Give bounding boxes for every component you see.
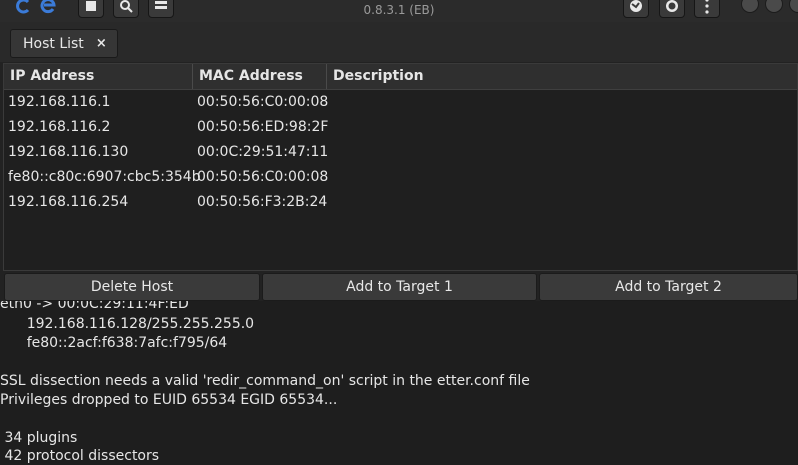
log-line: fe80::2acf:f638:7afc:f795/64 xyxy=(0,335,228,351)
target-icon xyxy=(665,0,679,13)
header-bar: 0.8.3.1 (EB) xyxy=(0,0,798,23)
menu-button[interactable] xyxy=(694,0,720,18)
column-header-ip[interactable]: IP Address xyxy=(4,64,193,89)
log-console[interactable]: eth0 -> 00:0C:29:11:4F:ED 192.168.116.12… xyxy=(0,301,798,465)
mac-cell: 00:50:56:C0:00:08 xyxy=(197,94,329,110)
more-icon xyxy=(704,0,710,14)
column-header-description[interactable]: Description xyxy=(327,64,797,89)
column-header-mac[interactable]: MAC Address xyxy=(193,64,327,89)
ip-cell: 192.168.116.254 xyxy=(8,194,129,210)
close-tab-icon[interactable]: × xyxy=(96,36,107,51)
log-line: Privileges dropped to EUID 65534 EGID 65… xyxy=(0,392,338,408)
ip-cell: 192.168.116.1 xyxy=(8,94,111,110)
log-line: eth0 -> 00:0C:29:11:4F:ED xyxy=(0,301,189,312)
table-row[interactable]: 192.168.116.2 00:50:56:ED:98:2F xyxy=(4,115,797,140)
add-to-target-1-button[interactable]: Add to Target 1 xyxy=(262,273,537,301)
mac-cell: 00:50:56:F3:2B:24 xyxy=(197,194,328,210)
ip-cell: 192.168.116.130 xyxy=(8,144,129,160)
mac-cell: 00:50:56:C0:00:08 xyxy=(197,169,329,185)
ettercap-window: 0.8.3.1 (EB) Host List × IP Address MAC … xyxy=(0,0,798,465)
table-row[interactable]: fe80::c80c:6907:cbc5:354b 00:50:56:C0:00… xyxy=(4,165,797,190)
ip-cell: fe80::c80c:6907:cbc5:354b xyxy=(8,169,201,185)
table-header: IP Address MAC Address Description xyxy=(4,64,797,90)
table-row[interactable]: 192.168.116.254 00:50:56:F3:2B:24 xyxy=(4,190,797,215)
delete-host-button[interactable]: Delete Host xyxy=(4,273,260,301)
tab-host-list[interactable]: Host List × xyxy=(10,29,118,58)
tab-strip: Host List × xyxy=(0,22,798,62)
ip-cell: 192.168.116.2 xyxy=(8,119,111,135)
tab-label: Host List xyxy=(23,35,84,52)
table-row[interactable]: 192.168.116.130 00:0C:29:51:47:11 xyxy=(4,140,797,165)
log-line: SSL dissection needs a valid 'redir_comm… xyxy=(0,373,530,389)
log-line: 42 protocol dissectors xyxy=(0,448,160,464)
add-to-target-2-button[interactable]: Add to Target 2 xyxy=(539,273,798,301)
mac-cell: 00:0C:29:51:47:11 xyxy=(197,144,329,160)
mitm-button[interactable] xyxy=(623,0,649,18)
mac-cell: 00:50:56:ED:98:2F xyxy=(197,119,329,135)
host-list-panel: IP Address MAC Address Description 192.1… xyxy=(3,63,798,271)
targets-button[interactable] xyxy=(659,0,685,18)
table-row[interactable]: 192.168.116.1 00:50:56:C0:00:08 xyxy=(4,90,797,115)
host-rows: 192.168.116.1 00:50:56:C0:00:08 192.168.… xyxy=(4,90,797,215)
globe-icon xyxy=(629,0,643,13)
log-line: 34 plugins xyxy=(0,430,78,446)
log-line: 192.168.116.128/255.255.255.0 xyxy=(0,316,255,332)
